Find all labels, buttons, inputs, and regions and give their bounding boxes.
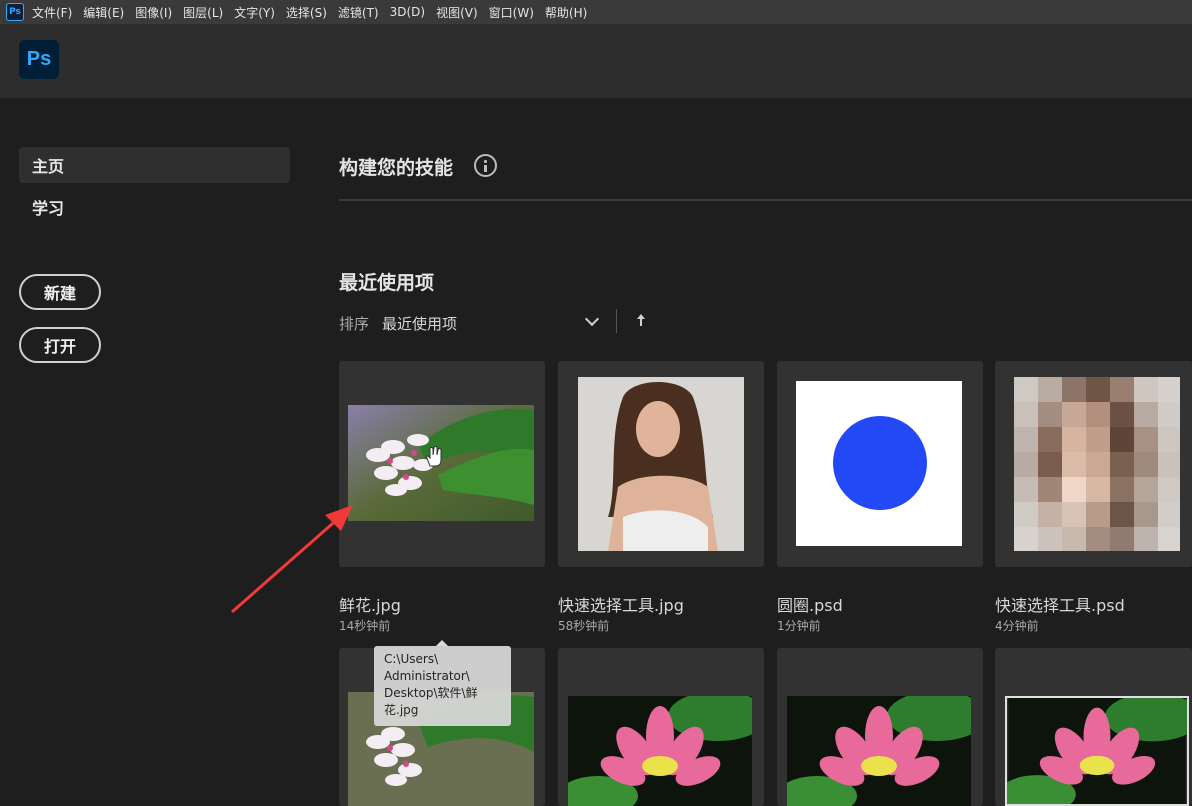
menu-file[interactable]: 文件(F) <box>32 4 79 21</box>
recent-file-card[interactable] <box>995 361 1192 567</box>
info-icon[interactable] <box>474 154 497 177</box>
app-header: Ps <box>0 24 1192 98</box>
chevron-down-icon[interactable] <box>584 311 600 327</box>
thumbnail-image <box>787 696 971 806</box>
file-time: 58秒钟前 <box>558 619 610 633</box>
menu-3d[interactable]: 3D(D) <box>390 5 432 19</box>
annotation-arrow-icon <box>231 505 353 614</box>
file-time: 1分钟前 <box>777 619 821 633</box>
thumbnail-image <box>578 377 744 551</box>
file-name[interactable]: 圆圈.psd <box>777 592 843 616</box>
menu-help[interactable]: 帮助(H) <box>545 4 594 21</box>
menu-window[interactable]: 窗口(W) <box>489 4 541 21</box>
photoshop-menu-icon[interactable]: Ps <box>6 3 24 21</box>
thumbnail-image <box>1005 696 1189 806</box>
open-button[interactable]: 打开 <box>19 327 101 363</box>
sidebar-item-home[interactable]: 主页 <box>19 147 290 183</box>
menu-bar: Ps 文件(F) 编辑(E) 图像(I) 图层(L) 文字(Y) 选择(S) 滤… <box>0 0 1192 24</box>
menu-view[interactable]: 视图(V) <box>436 4 485 21</box>
recent-file-card[interactable] <box>777 648 983 806</box>
new-button[interactable]: 新建 <box>19 274 101 310</box>
recent-file-card[interactable] <box>558 648 764 806</box>
file-path-tooltip: C:\Users\ Administrator\ Desktop\软件\鲜 花.… <box>374 646 511 726</box>
recent-file-card[interactable] <box>995 648 1192 806</box>
sidebar-item-learn[interactable]: 学习 <box>19 189 290 225</box>
sort-dropdown[interactable]: 最近使用项 <box>382 313 457 334</box>
file-time: 4分钟前 <box>995 619 1039 633</box>
skills-title: 构建您的技能 <box>339 157 454 179</box>
file-name[interactable]: 快速选择工具.jpg <box>558 592 684 616</box>
sort-label: 排序 <box>339 315 370 333</box>
thumbnail-image <box>568 696 752 806</box>
sidebar-item-label: 学习 <box>32 199 65 218</box>
menu-image[interactable]: 图像(I) <box>135 4 179 21</box>
thumbnail-image <box>1014 377 1180 551</box>
sidebar: 主页 学习 新建 打开 <box>0 98 310 806</box>
menu-filter[interactable]: 滤镜(T) <box>338 4 386 21</box>
menu-type[interactable]: 文字(Y) <box>234 4 282 21</box>
menu-layer[interactable]: 图层(L) <box>183 4 230 21</box>
recent-file-card[interactable] <box>777 361 983 567</box>
thumbnail-image <box>796 381 962 546</box>
sort-ascending-icon[interactable] <box>636 313 646 329</box>
menu-select[interactable]: 选择(S) <box>286 4 334 21</box>
recent-title: 最近使用项 <box>339 272 435 294</box>
recent-file-card[interactable] <box>558 361 764 567</box>
hand-cursor-icon <box>426 446 442 467</box>
file-name[interactable]: 快速选择工具.psd <box>995 592 1125 616</box>
menu-edit[interactable]: 编辑(E) <box>83 4 131 21</box>
photoshop-logo: Ps <box>19 40 59 79</box>
divider <box>339 199 1192 201</box>
divider <box>616 309 617 333</box>
sidebar-item-label: 主页 <box>32 157 65 176</box>
